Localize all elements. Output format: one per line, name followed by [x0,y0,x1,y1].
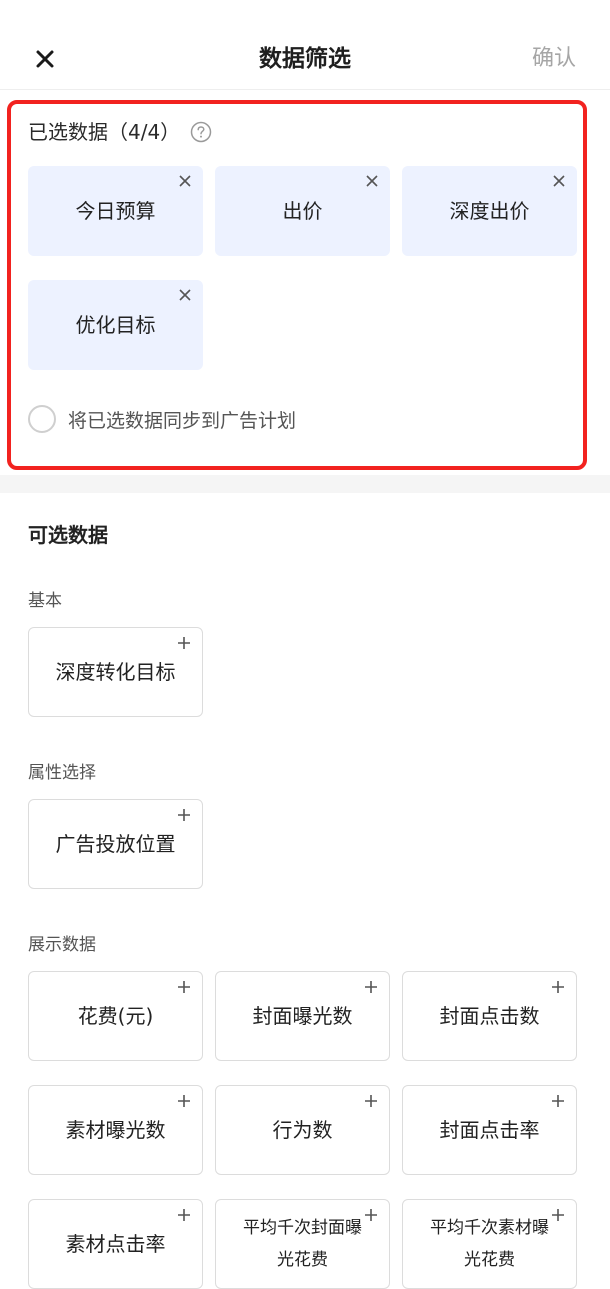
option-label: 广告投放位置 [55,832,176,856]
selected-item-optimization-goal[interactable]: 优化目标 [28,280,203,370]
option-material-ctr[interactable]: 素材点击率 [28,1199,203,1289]
plus-icon[interactable] [176,1093,192,1109]
option-label: 平均千次封面曝光花费 [243,1218,362,1270]
section-divider [0,475,610,493]
plus-icon[interactable] [176,979,192,995]
option-material-impressions[interactable]: 素材曝光数 [28,1085,203,1175]
plus-icon[interactable] [363,979,379,995]
option-cpm-material[interactable]: 平均千次素材曝光花费 [402,1199,577,1289]
plus-icon[interactable] [176,807,192,823]
page-title: 数据筛选 [259,46,351,72]
option-label: 行为数 [272,1118,333,1142]
x-icon[interactable] [551,173,567,189]
plus-icon[interactable] [550,1207,566,1223]
option-label: 封面点击率 [439,1118,540,1142]
confirm-button[interactable]: 确认 [532,42,576,76]
sync-label: 将已选数据同步到广告计划 [68,409,297,432]
option-cost[interactable]: 花费(元) [28,971,203,1061]
option-actions[interactable]: 行为数 [215,1085,390,1175]
plus-icon[interactable] [176,635,192,651]
selected-item-label: 出价 [282,199,323,223]
x-icon[interactable] [177,287,193,303]
option-deep-conversion-goal[interactable]: 深度转化目标 [28,627,203,717]
selected-item-today-budget[interactable]: 今日预算 [28,166,203,256]
selected-item-label: 优化目标 [75,313,156,337]
question-circle-icon[interactable] [190,121,212,143]
plus-icon[interactable] [550,1093,566,1109]
selected-item-bid[interactable]: 出价 [215,166,390,256]
plus-icon[interactable] [550,979,566,995]
option-label: 素材曝光数 [65,1118,166,1142]
option-cpm-cover[interactable]: 平均千次封面曝光花费 [215,1199,390,1289]
option-ad-placement[interactable]: 广告投放位置 [28,799,203,889]
option-cover-clicks[interactable]: 封面点击数 [402,971,577,1061]
option-label: 花费(元) [77,1004,154,1028]
option-label: 封面曝光数 [252,1004,353,1028]
plus-icon[interactable] [363,1207,379,1223]
option-label: 封面点击数 [439,1004,540,1028]
x-icon[interactable] [364,173,380,189]
group-label-basic: 基本 [28,591,62,611]
selected-section-title: 已选数据（4/4） [28,117,212,147]
selected-title-text: 已选数据（4/4） [28,120,181,144]
header-bar: 数据筛选 确认 [0,0,610,90]
option-cover-impressions[interactable]: 封面曝光数 [215,971,390,1061]
plus-icon[interactable] [363,1093,379,1109]
group-label-display: 展示数据 [28,935,96,955]
sync-option[interactable]: 将已选数据同步到广告计划 [28,405,296,433]
option-label: 平均千次素材曝光花费 [430,1218,549,1270]
sync-radio[interactable] [28,405,56,433]
option-label: 素材点击率 [65,1232,166,1256]
plus-icon[interactable] [176,1207,192,1223]
x-icon[interactable] [177,173,193,189]
group-label-attribute: 属性选择 [28,763,96,783]
option-label: 深度转化目标 [55,660,176,684]
selected-item-label: 今日预算 [75,199,156,223]
selected-item-label: 深度出价 [449,199,530,223]
option-cover-ctr[interactable]: 封面点击率 [402,1085,577,1175]
available-section-title: 可选数据 [28,523,108,547]
selected-item-deep-bid[interactable]: 深度出价 [402,166,577,256]
